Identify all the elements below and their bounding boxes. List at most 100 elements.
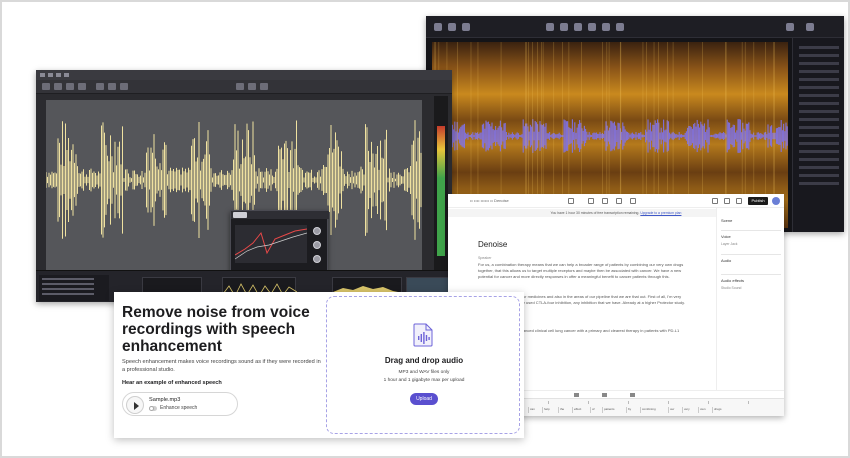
toolbar-tool-icon[interactable]: [786, 23, 794, 31]
toolbar-tool-icon[interactable]: [448, 23, 456, 31]
comment-icon[interactable]: [724, 198, 730, 204]
module-row[interactable]: [799, 118, 839, 121]
share-icon[interactable]: [736, 198, 742, 204]
edit-icon[interactable]: [712, 198, 718, 204]
studio-sound-label[interactable]: Studio Sound: [721, 286, 741, 290]
module-row[interactable]: [799, 158, 839, 161]
drop-limit: 1 hour and 1 gigabyte max per upload: [383, 378, 465, 383]
voice-label[interactable]: Voice: [721, 234, 731, 239]
rewind-icon[interactable]: [574, 393, 579, 397]
publish-button[interactable]: Publish: [748, 197, 768, 205]
upload-button[interactable]: Upload: [410, 393, 438, 405]
undo-icon[interactable]: [568, 198, 574, 204]
card-title: Remove noise from voice recordings with …: [122, 304, 310, 355]
gear-icon[interactable]: [588, 198, 594, 204]
menu-icon[interactable]: [56, 73, 61, 77]
cut-icon[interactable]: [616, 198, 622, 204]
play-icon[interactable]: [602, 198, 608, 204]
play-icon[interactable]: [126, 396, 144, 414]
audio-drop-zone[interactable]: Drag and drop audio MP3 and WAV files on…: [326, 296, 520, 434]
module-row[interactable]: [799, 78, 839, 81]
toolbar-tool-icon[interactable]: [236, 83, 244, 90]
layout-icon[interactable]: [630, 198, 636, 204]
editor-title-bar: [36, 70, 452, 80]
module-row[interactable]: [799, 102, 839, 105]
timeline-word[interactable]: drugs: [712, 407, 722, 413]
transcript-paragraph[interactable]: For us, a combination therapy means that…: [478, 262, 692, 280]
card-description: Speech enhancement makes voice recording…: [122, 359, 321, 373]
module-row[interactable]: [799, 62, 839, 65]
toolbar-tool-icon[interactable]: [248, 83, 256, 90]
toolbar-tool-icon[interactable]: [588, 23, 596, 31]
audio-editor-window: [36, 70, 452, 302]
toolbar-tool-icon[interactable]: [120, 83, 128, 90]
toolbar-tool-icon[interactable]: [616, 23, 624, 31]
toolbar-tool-icon[interactable]: [546, 23, 554, 31]
module-row[interactable]: [799, 150, 839, 153]
toolbar-tool-icon[interactable]: [108, 83, 116, 90]
timeline-word[interactable]: of: [590, 407, 595, 413]
module-row[interactable]: [799, 126, 839, 129]
module-row[interactable]: [799, 86, 839, 89]
timeline-word[interactable]: the: [558, 407, 564, 413]
timeline-word[interactable]: our: [668, 407, 674, 413]
voice-value[interactable]: Layer Jack: [721, 242, 737, 246]
module-row[interactable]: [799, 174, 839, 177]
module-row[interactable]: [799, 54, 839, 57]
module-row[interactable]: [799, 94, 839, 97]
gain-knob[interactable]: [313, 241, 321, 249]
timeline-word[interactable]: very: [682, 407, 690, 413]
module-row[interactable]: [799, 46, 839, 49]
toolbar-tool-icon[interactable]: [462, 23, 470, 31]
toolbar-tool-icon[interactable]: [96, 83, 104, 90]
editor-toolbar: [36, 80, 452, 94]
timeline-word[interactable]: own: [698, 407, 706, 413]
timeline-word[interactable]: effect: [572, 407, 581, 413]
audio-label[interactable]: Audio: [721, 258, 731, 263]
module-row[interactable]: [799, 134, 839, 137]
toolbar-tool-icon[interactable]: [434, 23, 442, 31]
file-row[interactable]: [42, 293, 94, 295]
breadcrumb[interactable]: •• •••• •••••• •• Denoise: [470, 198, 509, 203]
menu-icon[interactable]: [48, 73, 53, 77]
module-row[interactable]: [799, 142, 839, 145]
toolbar-tool-icon[interactable]: [560, 23, 568, 31]
menu-icon[interactable]: [64, 73, 69, 77]
file-row[interactable]: [42, 278, 94, 280]
divider: [721, 274, 781, 275]
avatar[interactable]: [772, 197, 780, 205]
timeline-tick: [668, 401, 669, 404]
menu-icon[interactable]: [40, 73, 45, 77]
audio-effects-label[interactable]: Audio effects: [721, 278, 744, 283]
module-row[interactable]: [799, 166, 839, 169]
forward-icon[interactable]: [630, 393, 635, 397]
toolbar-tool-icon[interactable]: [66, 83, 74, 90]
scene-label[interactable]: Scene: [721, 218, 732, 223]
toolbar-tool-icon[interactable]: [602, 23, 610, 31]
play-icon[interactable]: [602, 393, 607, 397]
timeline-word[interactable]: can: [528, 407, 535, 413]
gain-knob[interactable]: [313, 255, 321, 263]
timeline-word[interactable]: help: [542, 407, 550, 413]
toolbar-tool-icon[interactable]: [806, 23, 814, 31]
timeline-word[interactable]: by: [626, 407, 631, 413]
gain-knob[interactable]: [313, 227, 321, 235]
module-row[interactable]: [799, 110, 839, 113]
eq-graph[interactable]: [234, 225, 308, 263]
toolbar-tool-icon[interactable]: [574, 23, 582, 31]
file-row[interactable]: [42, 283, 94, 285]
speaker-label[interactable]: Speaker: [478, 256, 491, 260]
toolbar-tool-icon[interactable]: [42, 83, 50, 90]
module-row[interactable]: [799, 182, 839, 185]
timeline-word[interactable]: patients: [602, 407, 615, 413]
module-row[interactable]: [799, 70, 839, 73]
toolbar-tool-icon[interactable]: [78, 83, 86, 90]
enhance-speech-toggle[interactable]: [149, 406, 157, 411]
toolbar-tool-icon[interactable]: [260, 83, 268, 90]
file-row[interactable]: [42, 288, 94, 290]
document-title[interactable]: Denoise: [478, 240, 507, 249]
banner-text: You have 1 hour 30 minutes of free trans…: [550, 211, 640, 215]
timeline-word[interactable]: combining: [640, 407, 656, 413]
toolbar-tool-icon[interactable]: [54, 83, 62, 90]
upgrade-link[interactable]: Upgrade to a premium plan: [640, 211, 681, 215]
